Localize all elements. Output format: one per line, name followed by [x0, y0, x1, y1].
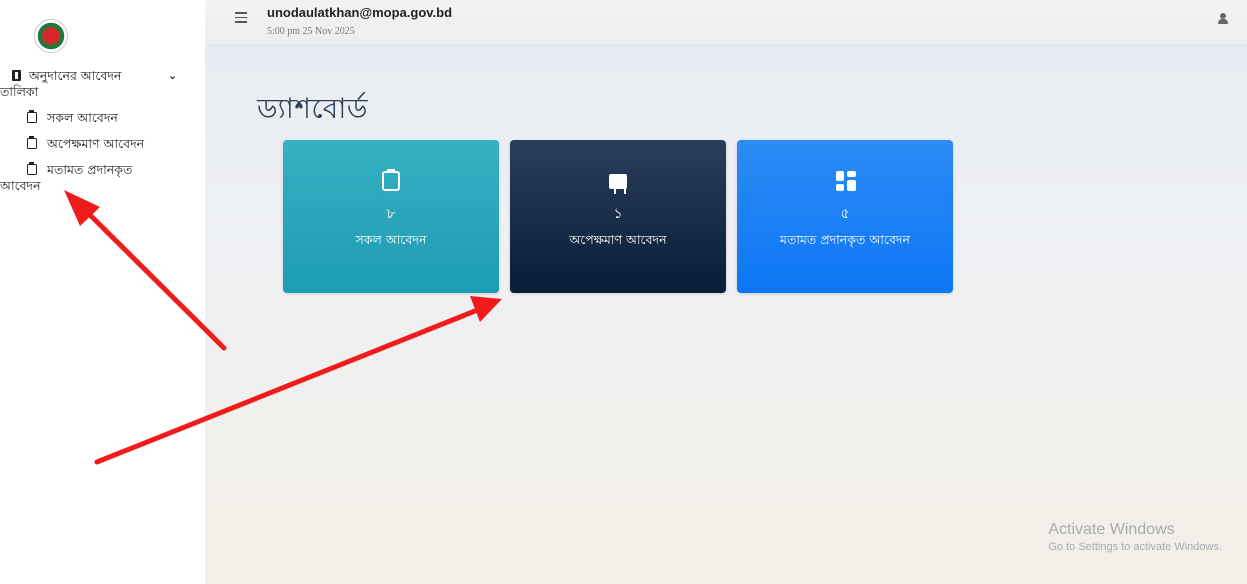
- card-count: ১: [613, 206, 623, 222]
- card-pending-applications[interactable]: ১ অপেক্ষমাণ আবেদন: [510, 140, 726, 293]
- card-label: মতামত প্রদানকৃত আবেদন: [780, 232, 910, 247]
- user-email: unodaulatkhan@mopa.gov.bd: [267, 5, 453, 20]
- card-all-applications[interactable]: ৮ সকল আবেদন: [283, 140, 499, 293]
- clipboard-icon: [27, 162, 37, 175]
- bangladesh-government-logo[interactable]: [34, 19, 68, 53]
- card-label: সকল আবেদন: [355, 232, 427, 247]
- windows-activation-watermark: Activate Windows Go to Settings to activ…: [1048, 521, 1222, 553]
- dashboard-grid-icon: [836, 171, 856, 191]
- card-count: ৫: [840, 206, 850, 222]
- clipboard-icon: [27, 136, 37, 149]
- sidebar-item-label-line1: মতামত প্রদানকৃত: [47, 162, 133, 177]
- sidebar-group-label-line1: অনুদানের আবেদন: [29, 68, 122, 83]
- sidebar-item-label: অপেক্ষমাণ আবেদন: [47, 136, 145, 151]
- sidebar-item-pending-applications[interactable]: অপেক্ষমাণ আবেদন: [0, 136, 205, 152]
- id-card-icon: [12, 70, 21, 81]
- chevron-down-icon[interactable]: ⌄: [168, 68, 177, 84]
- watermark-title: Activate Windows: [1048, 521, 1175, 538]
- top-bar: unodaulatkhan@mopa.gov.bd 5:00 pm 25 Nov…: [205, 0, 1247, 45]
- sidebar-nav: অনুদানের আবেদন ⌄ তালিকা সকল আবেদন অপেক্ষ…: [0, 68, 205, 194]
- clipboard-icon: [27, 110, 37, 123]
- current-datetime: 5:00 pm 25 Nov 2025: [267, 26, 355, 37]
- sidebar-group-label-line2: তালিকা: [0, 84, 39, 99]
- watermark-subtitle: Go to Settings to activate Windows.: [1048, 541, 1222, 553]
- card-count: ৮: [386, 206, 396, 222]
- page-title: ড্যাশবোর্ড: [257, 92, 368, 125]
- sidebar-item-label: সকল আবেদন: [47, 110, 118, 125]
- sidebar-group-grant-applications[interactable]: অনুদানের আবেদন ⌄ তালিকা: [0, 68, 205, 100]
- clipboard-icon: [382, 169, 400, 191]
- sidebar-item-opinion-given-applications[interactable]: মতামত প্রদানকৃত আবেদন: [0, 162, 205, 194]
- user-icon[interactable]: [1217, 13, 1229, 25]
- sidebar-item-all-applications[interactable]: সকল আবেদন: [0, 110, 205, 126]
- main-content: ড্যাশবোর্ড ৮ সকল আবেদন ১ অপেক্ষমাণ আবেদন…: [205, 45, 1247, 584]
- hamburger-icon[interactable]: [235, 12, 247, 23]
- presentation-board-icon: [609, 174, 627, 194]
- card-label: অপেক্ষমাণ আবেদন: [569, 232, 667, 247]
- sidebar: অনুদানের আবেদন ⌄ তালিকা সকল আবেদন অপেক্ষ…: [0, 0, 205, 584]
- sidebar-item-label-line2: আবেদন: [0, 178, 41, 193]
- card-opinion-given-applications[interactable]: ৫ মতামত প্রদানকৃত আবেদন: [737, 140, 953, 293]
